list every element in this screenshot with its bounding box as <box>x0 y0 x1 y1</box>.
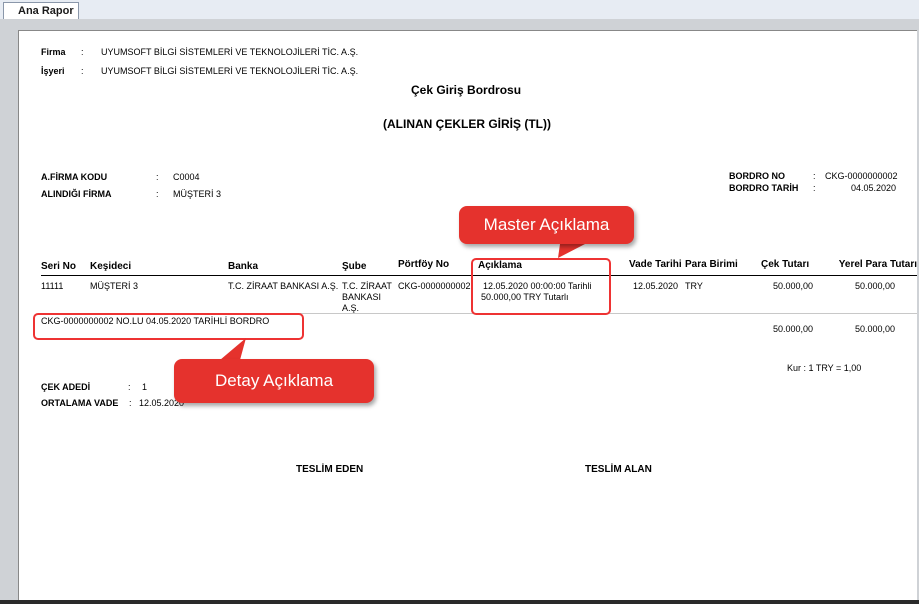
isyeri-colon: : <box>81 66 84 76</box>
col-kesideci: Keşideci <box>90 261 132 272</box>
col-cek-tutari: Çek Tutarı <box>761 259 810 270</box>
detay-aciklama-callout: Detay Açıklama <box>174 359 374 403</box>
firma-label: Firma <box>41 47 66 57</box>
row-kesideci: MÜŞTERİ 3 <box>90 281 139 291</box>
total-cek-tutari: 50.000,00 <box>772 324 813 334</box>
isyeri-label: İşyeri <box>41 66 65 76</box>
report-title: Çek Giriş Bordrosu <box>411 83 522 97</box>
firma-colon: : <box>81 47 84 57</box>
col-banka: Banka <box>228 261 259 272</box>
firma-kodu-colon: : <box>156 172 159 182</box>
bordro-tarih-colon: : <box>813 183 816 193</box>
col-vade-tarihi: Vade Tarihi <box>629 259 682 270</box>
row-cek-tutari: 50.000,00 <box>772 281 813 291</box>
alindigi-firma-value: MÜŞTERİ 3 <box>173 189 222 199</box>
bordro-no-colon: : <box>813 171 816 181</box>
row-sube-3: A.Ş. <box>342 303 360 313</box>
cek-adedi-colon: : <box>128 382 131 392</box>
firma-kodu-value: C0004 <box>173 172 200 182</box>
bottom-bar <box>0 600 919 604</box>
col-seri-no: Seri No <box>41 261 77 272</box>
row-sube-2: BANKASI <box>342 292 382 302</box>
teslim-alan: TESLİM ALAN <box>585 464 652 475</box>
cek-adedi-value: 1 <box>142 382 148 392</box>
row-portfoy-no: CKG-0000000002 <box>398 281 471 291</box>
row-seri-no: 11111 <box>41 281 64 291</box>
bordro-tarih-label: BORDRO TARİH <box>729 183 799 193</box>
row-sube-1: T.C. ZİRAAT <box>342 281 392 291</box>
ortalama-vade-colon: : <box>129 398 132 408</box>
tab-bar: Ana Rapor <box>0 0 919 20</box>
tab-ana-rapor[interactable]: Ana Rapor <box>3 2 79 19</box>
bordro-no-label: BORDRO NO <box>729 171 785 181</box>
firma-kodu-label: A.FİRMA KODU <box>41 172 108 182</box>
kur-info: Kur : 1 TRY = 1,00 <box>787 363 862 373</box>
col-portfoy-no: Pörtföy No <box>398 259 450 270</box>
firma-value: UYUMSOFT BİLGİ SİSTEMLERİ VE TEKNOLOJİLE… <box>101 47 359 57</box>
row-vade-tarihi: 12.05.2020 <box>633 281 679 291</box>
col-sube: Şube <box>342 261 367 272</box>
col-para-birimi: Para Birimi <box>685 259 738 270</box>
row-yerel-para: 50.000,00 <box>854 281 895 291</box>
master-aciklama-callout: Master Açıklama <box>459 206 634 244</box>
detay-highlight-box <box>33 313 304 340</box>
col-yerel-para: Yerel Para Tutarı <box>838 259 917 270</box>
row-banka: T.C. ZİRAAT BANKASI A.Ş. <box>228 281 339 291</box>
cek-adedi-label: ÇEK ADEDİ <box>41 382 91 392</box>
master-highlight-box <box>471 258 611 315</box>
bordro-tarih-value: 04.05.2020 <box>851 183 897 193</box>
report-subtitle: (ALINAN ÇEKLER GİRİŞ (TL)) <box>383 117 551 131</box>
alindigi-firma-label: ALINDIĞI FİRMA <box>41 189 112 199</box>
alindigi-firma-colon: : <box>156 189 159 199</box>
ortalama-vade-label: ORTALAMA VADE <box>41 398 119 408</box>
bordro-no-value: CKG-0000000002 <box>825 171 898 181</box>
teslim-eden: TESLİM EDEN <box>296 464 364 475</box>
row-para-birimi: TRY <box>685 281 703 291</box>
isyeri-value: UYUMSOFT BİLGİ SİSTEMLERİ VE TEKNOLOJİLE… <box>101 66 359 76</box>
total-yerel-para: 50.000,00 <box>854 324 895 334</box>
